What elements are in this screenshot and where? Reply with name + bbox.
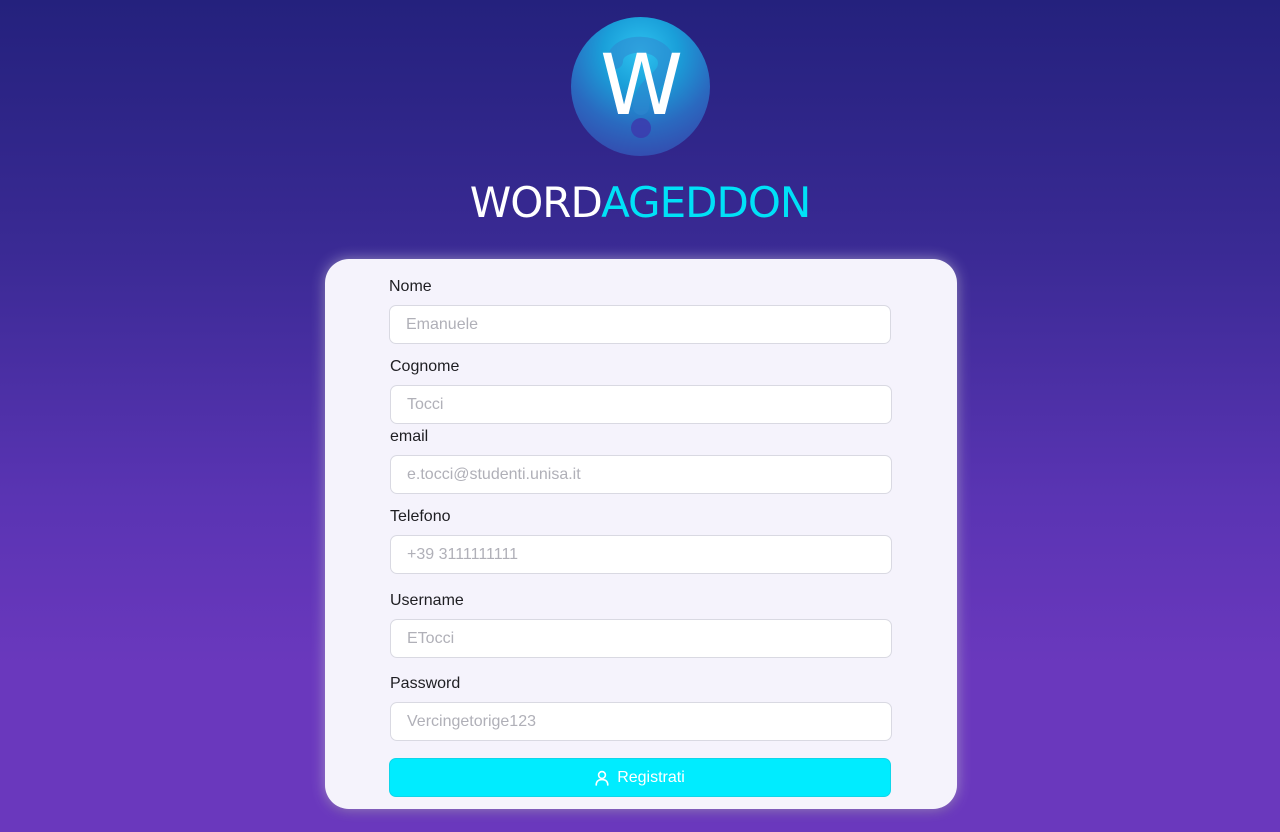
password-label: Password [390, 675, 461, 692]
brand-title-part2: AGEDDON [601, 178, 811, 227]
registrati-button[interactable]: Registrati [389, 758, 891, 797]
password-input[interactable] [390, 702, 892, 741]
username-input[interactable] [390, 619, 892, 658]
nome-label: Nome [389, 278, 432, 295]
telefono-input[interactable] [390, 535, 892, 574]
wordageddon-logo: W [571, 17, 710, 156]
username-label: Username [390, 592, 464, 609]
registrati-button-label: Registrati [617, 768, 685, 786]
cognome-label: Cognome [390, 358, 460, 375]
brand-title: WORDAGEDDON [0, 178, 1280, 228]
nome-input[interactable] [389, 305, 891, 344]
brand-title-part1: WORD [469, 178, 602, 227]
user-icon [595, 770, 609, 786]
email-input[interactable] [390, 455, 892, 494]
email-label: email [390, 428, 429, 445]
telefono-label: Telefono [390, 508, 451, 525]
cognome-input[interactable] [390, 385, 892, 424]
logo-letter: W [599, 36, 683, 134]
